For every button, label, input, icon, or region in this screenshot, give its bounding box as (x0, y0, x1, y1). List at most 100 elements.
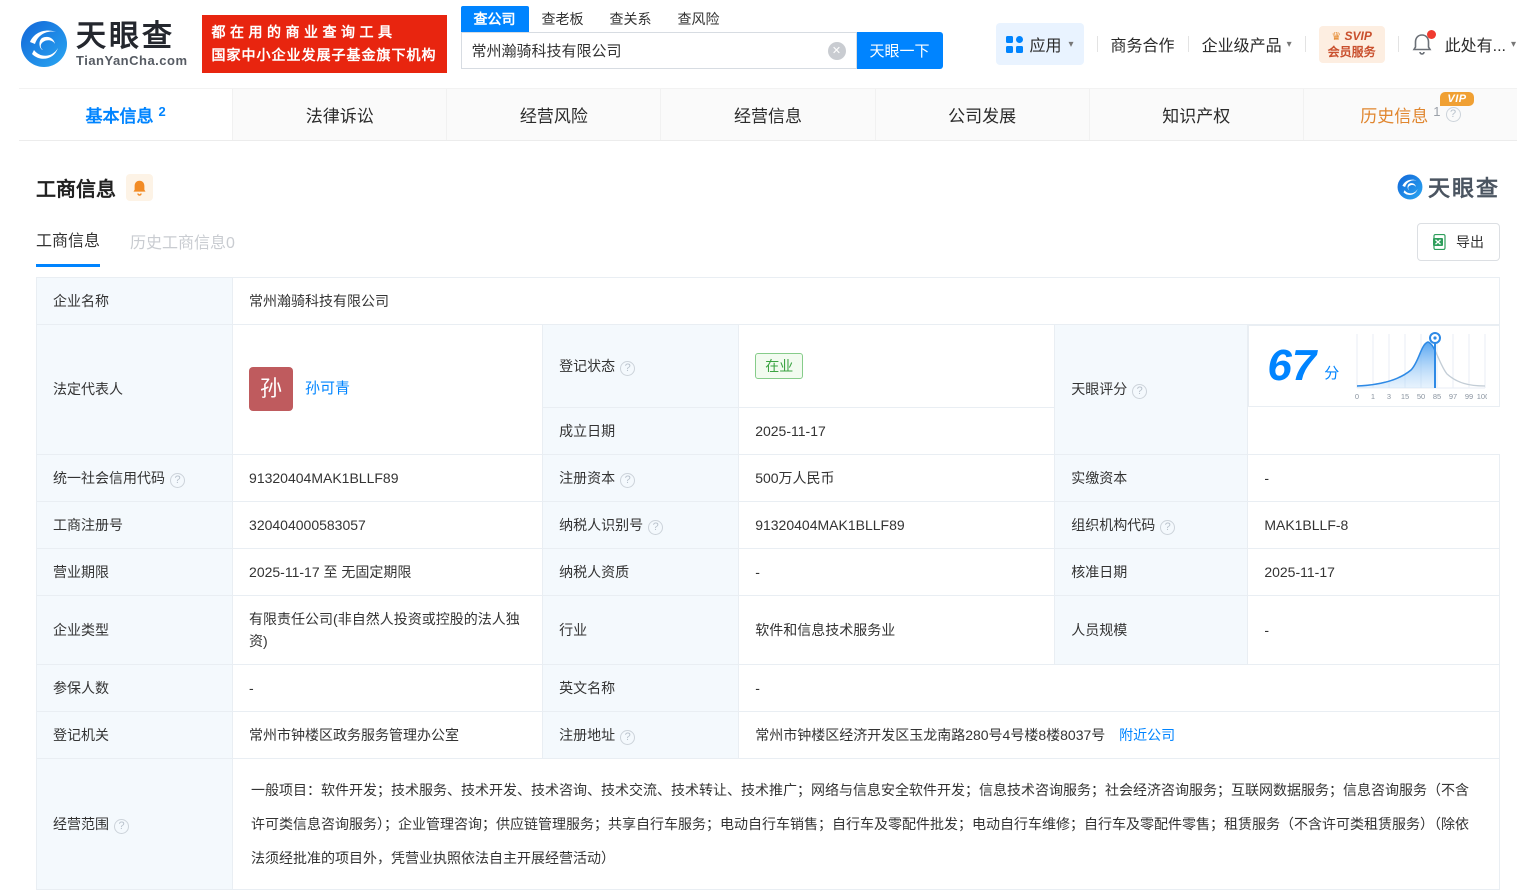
industry-value: 软件和信息技术服务业 (738, 594, 1056, 665)
nearby-companies-link[interactable]: 附近公司 (1119, 727, 1175, 743)
field-label: 注册资本? (542, 453, 740, 502)
search-tabs: 查公司 查老板 查关系 查风险 (460, 6, 943, 32)
field-label: 统一社会信用代码? (35, 453, 234, 502)
bell-icon (133, 180, 146, 196)
search-block: 查公司 查老板 查关系 查风险 ✕ 天眼一下 (460, 0, 943, 69)
reg-status-value: 在业 (738, 324, 1056, 408)
business-coop-link[interactable]: 商务合作 (1111, 32, 1175, 56)
tab-business-info[interactable]: 经营信息 (661, 89, 876, 140)
table-row: 工商注册号 320404000583057 纳税人识别号? 91320404MA… (35, 500, 1500, 549)
search-tab-risk[interactable]: 查风险 (665, 6, 733, 32)
tyc-logo-icon (1397, 174, 1423, 200)
help-icon[interactable]: ? (620, 729, 636, 745)
field-label: 参保人数 (35, 663, 234, 712)
svg-text:85: 85 (1433, 392, 1441, 401)
section-title: 工商信息 (36, 178, 116, 201)
field-label: 天眼评分? (1054, 324, 1249, 455)
help-icon[interactable]: ? (620, 472, 636, 488)
status-badge: 在业 (755, 352, 804, 379)
divider (1187, 36, 1189, 52)
svip-member-button[interactable]: ♛ SVIP 会员服务 (1318, 25, 1385, 63)
svg-text:0: 0 (1355, 392, 1359, 401)
field-label: 成立日期 (542, 406, 740, 455)
help-icon[interactable]: ? (648, 519, 664, 535)
subtab-history-business-info[interactable]: 历史工商信息0 (130, 229, 235, 266)
company-name-value: 常州瀚骑科技有限公司 (232, 277, 1500, 325)
legal-rep-link[interactable]: 孙可青 (305, 378, 350, 400)
tab-company-development[interactable]: 公司发展 (876, 89, 1090, 140)
table-row: 营业期限 2025-11-17 至 无固定期限 纳税人资质 - 核准日期 202… (35, 547, 1500, 596)
main-content: 工商信息 天眼查 工商信息 历史工商信息0 导出 企业名称 常州瀚骑科技有限公司… (0, 171, 1536, 890)
reg-authority-value: 常州市钟楼区政务服务管理办公室 (232, 710, 544, 759)
help-icon[interactable]: ? (114, 818, 129, 834)
help-icon[interactable]: ? (170, 472, 185, 488)
business-info-table: 企业名称 常州瀚骑科技有限公司 法定代表人 孙 孙可青 登记状态? 在业 天眼评… (35, 277, 1500, 890)
field-label: 工商注册号 (35, 500, 234, 549)
tab-history-info[interactable]: VIP 历史信息 1 ? (1304, 89, 1517, 140)
field-label: 英文名称 (542, 663, 740, 712)
search-input[interactable] (471, 42, 828, 59)
credit-code-value: 91320404MAK1BLLF89 (232, 453, 544, 502)
reg-address-value: 常州市钟楼区经济开发区玉龙南路280号4号楼8楼8037号 (755, 726, 1106, 743)
field-label: 行业 (542, 594, 740, 665)
apps-menu[interactable]: 应用 ▾ (995, 23, 1084, 65)
english-name-value: - (738, 663, 1500, 712)
search-tab-boss[interactable]: 查老板 (529, 6, 597, 32)
notification-bell-button[interactable] (1412, 30, 1436, 55)
chevron-down-icon: ▾ (1286, 38, 1292, 50)
help-icon[interactable]: ? (1445, 107, 1461, 122)
avatar[interactable]: 孙 (249, 367, 294, 412)
score-distribution-chart: 0 1 3 15 50 85 97 99 100 (1355, 332, 1487, 401)
reg-capital-value: 500万人民币 (738, 453, 1056, 502)
tyc-watermark: 天眼查 (1397, 171, 1500, 203)
score-unit: 分 (1324, 365, 1340, 382)
table-row: 企业类型 有限责任公司(非自然人投资或控股的法人独资) 行业 软件和信息技术服务… (35, 594, 1500, 665)
clear-icon[interactable]: ✕ (827, 41, 846, 60)
svg-text:50: 50 (1417, 392, 1425, 401)
legal-rep-cell: 孙 孙可青 (232, 324, 544, 455)
search-tab-relation[interactable]: 查关系 (597, 6, 665, 32)
tab-basic-info[interactable]: 基本信息 2 (19, 89, 234, 140)
insured-count-value: - (232, 663, 544, 712)
top-bar: 天眼查 TianYanCha.com 都在用的商业查询工具 国家中小企业发展子基… (0, 0, 1536, 88)
divider (1096, 36, 1098, 52)
tab-operating-risk[interactable]: 经营风险 (447, 89, 662, 140)
monitor-bell-button[interactable] (126, 173, 153, 201)
apps-grid-icon (1005, 35, 1023, 53)
field-label: 实缴资本 (1054, 453, 1249, 502)
field-label: 注册地址? (542, 710, 740, 759)
tab-legal-litigation[interactable]: 法律诉讼 (233, 89, 448, 140)
user-account-menu[interactable]: 此处有... ▾ (1445, 32, 1516, 56)
field-label: 纳税人识别号? (542, 500, 740, 549)
reg-address-cell: 常州市钟楼区经济开发区玉龙南路280号4号楼8楼8037号 附近公司 (738, 710, 1500, 759)
staff-size-value: - (1247, 594, 1500, 665)
score-value: 67 (1267, 341, 1317, 390)
svg-text:3: 3 (1387, 392, 1391, 401)
taxpayer-quality-value: - (738, 547, 1056, 596)
svg-text:97: 97 (1449, 392, 1457, 401)
tab-intellectual-property[interactable]: 知识产权 (1090, 89, 1304, 140)
svg-text:15: 15 (1401, 392, 1409, 401)
field-label: 登记机关 (35, 710, 234, 759)
subtab-business-info[interactable]: 工商信息 (36, 227, 101, 267)
search-button[interactable]: 天眼一下 (856, 32, 943, 69)
table-row: 经营范围? 一般项目：软件开发；技术服务、技术开发、技术咨询、技术交流、技术转让… (35, 757, 1500, 890)
tyc-score-cell: 67 分 0 1 3 15 50 85 97 99 10 (1248, 325, 1500, 407)
field-label: 核准日期 (1054, 547, 1249, 596)
svg-text:1: 1 (1371, 392, 1375, 401)
tyc-logo[interactable]: 天眼查 TianYanCha.com (20, 20, 188, 68)
enterprise-products-link[interactable]: 企业级产品 ▾ (1202, 32, 1292, 56)
field-label: 法定代表人 (35, 324, 234, 455)
help-icon[interactable]: ? (620, 360, 636, 376)
field-label: 人员规模 (1054, 594, 1249, 665)
divider (1304, 36, 1306, 52)
org-code-value: MAK1BLLF-8 (1247, 500, 1500, 549)
field-label: 企业类型 (35, 594, 234, 665)
brand-name: 天眼查 (76, 19, 175, 53)
table-row: 法定代表人 孙 孙可青 登记状态? 在业 天眼评分? 67 分 0 1 3 15… (35, 324, 1500, 455)
help-icon[interactable]: ? (1132, 384, 1148, 400)
help-icon[interactable]: ? (1160, 519, 1176, 535)
export-button[interactable]: 导出 (1417, 223, 1500, 261)
field-label: 经营范围? (35, 757, 234, 890)
search-tab-company[interactable]: 查公司 (460, 6, 529, 32)
